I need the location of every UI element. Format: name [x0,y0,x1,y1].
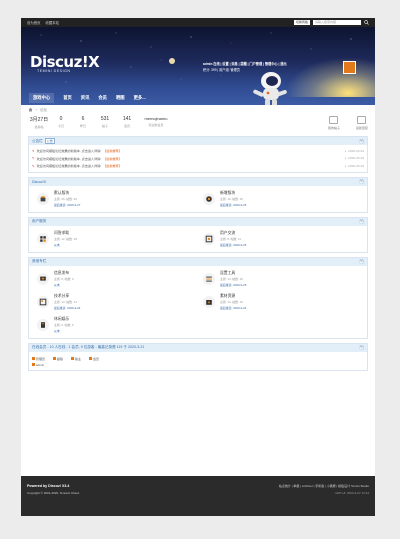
forum-item[interactable]: 新增版块 主题: 19, 帖数: 26 最后发表: 2020-3-26 [198,189,364,212]
main-content: › 论坛 3月27日 最新帖 0 今日 6 昨日 531 帖子 141 会员 memoji… [21,105,375,371]
nav-item-members[interactable]: 会员 [98,95,107,101]
stat-yesterday: 6 昨日 [79,116,86,128]
forum-item[interactable]: 素材资源 主题: 10, 帖数: 19 最后发表: 2020-3-24 [198,292,364,315]
stat-members: 141 会员 [122,116,132,128]
notice-tag: 公告 [44,138,55,144]
collapse-icon[interactable] [359,259,364,264]
stat-today: 0 今日 [57,116,64,128]
document-icon [37,318,49,331]
latest-replies-button[interactable]: 最新回复 [356,116,368,130]
user-group-legend: 管理员 超版 版主 会员 [32,357,364,361]
stat-latest: 3月27日 最新帖 [29,117,49,129]
breadcrumb-current[interactable]: 论坛 [40,107,47,112]
main-nav: 游戏中心 首页 资讯 会员 晒图 更多... [21,90,375,105]
section-other: 其他专栏 信息发布 主题: 9, 帖数: 9 从未 设置工具 主题: 14, 帖数: … [28,256,368,339]
set-home-link[interactable]: 设为首页 [27,21,41,25]
forum-item[interactable]: 设置工具 主题: 14, 帖数: 16 最后发表: 2020-3-25 [198,269,364,292]
gmt-time: GMT+8, 2020-3-27 12:24 [335,491,369,495]
bookmark-link[interactable]: 收藏本站 [46,21,60,25]
notice-title: 公告栏 [32,138,43,143]
stat-posts: 531 帖子 [100,116,110,128]
layout-icon [37,295,49,308]
forum-item[interactable]: 默认版块 主题: 25, 帖数: 46 最后发表: 2020-3-27 [32,189,198,212]
notice-box: 公告栏 公告 ✎ 欢迎访问模板论坛效果的新版本, 点击进入详情! 【最新推荐】 • 20… [28,136,368,173]
forum-item[interactable]: 休闲娱乐 主题: 6, 帖数: 6 从未 [32,315,198,338]
monitor-icon [37,272,49,285]
nav-item-game[interactable]: 游戏中心 [29,92,55,103]
sliders-icon [203,272,215,285]
cube-icon [37,192,49,205]
pin-icon: ✎ [32,163,35,168]
top-bar: 设为首页 收藏本站 切换风格 请输入搜索内容 [21,18,375,27]
notice-row[interactable]: ✎ 欢迎访问模板论坛效果的新版本, 点击进入详情! 【最新推荐】 • 2020-03-2… [32,162,364,170]
logo-subtitle: TEMINI DESIGN [37,69,71,73]
stat-newest-member[interactable]: memojinamu 欢迎新会员 [138,116,174,127]
forum-item[interactable]: 用户交流 主题: 8, 帖数: 11 最后发表: 2020-3-26 [198,229,364,252]
site-header: Discuz!X TEMINI DESIGN admin 在线 | 设置 | 消… [21,27,375,105]
user-links[interactable]: admin 在线 | 设置 | 消息 | 提醒 | 门户管理 | 管理中心 | … [203,62,287,68]
site-footer: Powered by Discuz! X3.4 Copyright © 2001… [21,476,375,516]
footer-links[interactable]: 站点统计 | 举报 | Archiver | 手机版 | 小黑屋 | 模板设计 … [279,484,369,488]
target-icon [203,192,215,205]
pin-icon: ✎ [32,148,35,153]
document-icon [329,116,339,124]
style-switch[interactable]: 切换风格 [293,20,310,25]
nav-item-more[interactable]: 更多... [134,95,146,101]
search-input[interactable]: 请输入搜索内容 [313,20,361,25]
online-user-list[interactable]: admin [32,363,364,367]
chat-icon [357,116,367,124]
online-title[interactable]: 在线会员 - 10 人在线 - 1 会员, 9 位游客 - 最高记录是 119 … [32,345,144,350]
nav-item-news[interactable]: 资讯 [81,95,90,101]
section-title[interactable]: 其他专栏 [32,259,46,264]
forum-item[interactable]: 问答求助 主题: 12, 帖数: 18 从未 [32,229,198,252]
notice-row[interactable]: ✎ 欢迎访问模板论坛效果的新版本, 点击进入详情! 【最新推荐】 • 2020-03-2… [32,147,364,155]
nav-item-photos[interactable]: 晒图 [116,95,125,101]
moon-decoration [169,58,175,64]
avatar[interactable] [343,61,356,74]
section-title[interactable]: 用户服务 [32,219,46,224]
online-box: 在线会员 - 10 人在线 - 1 会员, 9 位游客 - 最高记录是 119 … [28,342,368,371]
grid-icon [37,232,49,245]
section-title[interactable]: Discuz!X [32,180,46,184]
section-discuzx: Discuz!X 默认版块 主题: 25, 帖数: 46 最后发表: 2020-3-… [28,176,368,213]
search-icon[interactable] [364,20,369,25]
breadcrumb: › 论坛 [28,105,368,114]
collapse-icon[interactable] [359,219,364,224]
home-icon[interactable] [28,107,33,112]
user-credits[interactable]: 积分: 399 | 用户组: 管理员 [203,68,287,74]
forum-item[interactable]: 技术分享 主题: 13, 帖数: 14 最后发表: 2020-3-24 [32,292,198,315]
section-user-service: 用户服务 问答求助 主题: 12, 帖数: 18 从未 用户交流 主题: 8, 帖数:… [28,216,368,253]
box-icon [203,295,215,308]
forum-stats: 3月27日 最新帖 0 今日 6 昨日 531 帖子 141 会员 memojinamu 欢… [28,116,368,136]
collapse-icon[interactable] [359,179,364,184]
collapse-icon[interactable] [359,345,364,350]
frame-icon [203,232,215,245]
pin-icon: ✎ [32,156,35,161]
nav-item-home[interactable]: 首页 [63,95,72,101]
forum-item[interactable]: 信息发布 主题: 9, 帖数: 9 从未 [32,269,198,292]
my-posts-button[interactable]: 我的帖子 [328,116,340,130]
collapse-icon[interactable] [359,138,364,144]
forum-page: 设为首页 收藏本站 切换风格 请输入搜索内容 Discuz!X TEMINI D… [21,18,375,516]
user-panel: admin 在线 | 设置 | 消息 | 提醒 | 门户管理 | 管理中心 | … [203,62,287,73]
notice-row[interactable]: ✎ 欢迎访问模板论坛效果的新版本, 点击进入详情! 【最新推荐】 • 2020-03-2… [32,155,364,163]
